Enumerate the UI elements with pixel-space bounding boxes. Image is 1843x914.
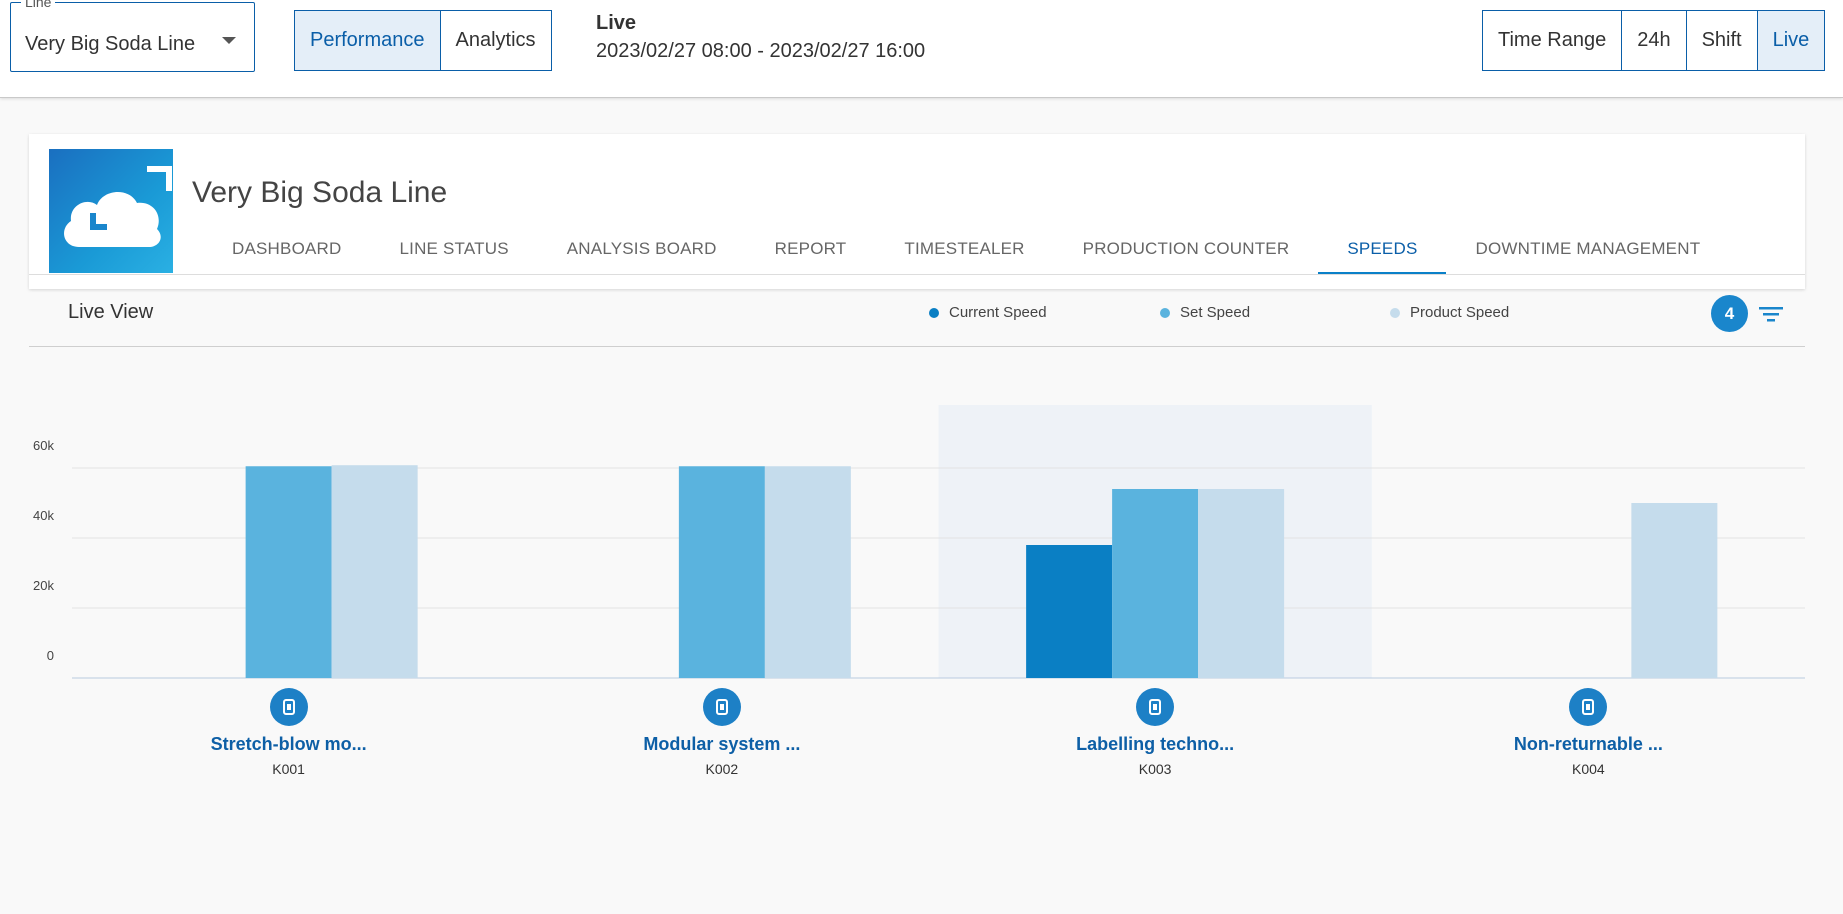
y-tick-label: 60k xyxy=(33,438,54,453)
filter-icon[interactable] xyxy=(1758,301,1784,327)
machine-name[interactable]: Labelling techno... xyxy=(1035,734,1275,755)
tab-production-counter[interactable]: PRODUCTION COUNTER xyxy=(1054,224,1319,274)
machine-code: K003 xyxy=(1138,761,1172,777)
card-divider xyxy=(29,274,1805,275)
machine-code: K001 xyxy=(272,761,305,777)
tab-speeds[interactable]: SPEEDS xyxy=(1318,224,1447,274)
bar-k004-product-speed xyxy=(1631,503,1718,678)
page-title: Very Big Soda Line xyxy=(192,176,448,209)
machine-item[interactable]: Labelling techno... K003 xyxy=(1035,688,1275,777)
tab-dashboard[interactable]: DASHBOARD xyxy=(190,224,371,274)
machine-name[interactable]: Non-returnable ... xyxy=(1468,734,1708,755)
view-analytics-button[interactable]: Analytics xyxy=(440,11,551,70)
time-24h-button[interactable]: 24h xyxy=(1622,11,1687,70)
nav-tabs: DASHBOARD LINE STATUS ANALYSIS BOARD REP… xyxy=(190,224,1729,274)
bar-k003-set-speed xyxy=(1112,489,1199,678)
labeller-icon xyxy=(1136,688,1175,726)
cloud-logo-icon xyxy=(49,149,173,273)
time-shift-button[interactable]: Shift xyxy=(1686,11,1758,70)
bar-k003-product-speed xyxy=(1198,489,1285,678)
bar-k003-current-speed xyxy=(1026,545,1113,678)
legend-dot-icon xyxy=(1160,307,1170,318)
tab-downtime-management[interactable]: DOWNTIME MANAGEMENT xyxy=(1446,224,1729,274)
line-select-legend: Line xyxy=(21,0,56,10)
machine-item[interactable]: Stretch-blow mo... K001 xyxy=(169,688,409,777)
tab-timestealer[interactable]: TIMESTEALER xyxy=(875,224,1053,274)
legend-dot-icon xyxy=(929,307,939,318)
live-time-range: 2023/02/27 08:00 - 2023/02/27 16:00 xyxy=(596,40,926,62)
legend-label: Set Speed xyxy=(1180,304,1251,321)
y-tick-label: 20k xyxy=(33,578,54,593)
legend-label: Current Speed xyxy=(949,304,1047,321)
tab-report[interactable]: REPORT xyxy=(746,224,876,274)
view-performance-button[interactable]: Performance xyxy=(295,11,441,70)
bar-k002-set-speed xyxy=(678,466,765,678)
bar-k001-product-speed xyxy=(331,465,418,678)
time-range-button[interactable]: Time Range xyxy=(1483,11,1623,70)
chevron-down-icon[interactable] xyxy=(222,37,236,44)
live-title: Live xyxy=(596,12,637,34)
legend-current-speed[interactable]: Current Speed xyxy=(929,304,1047,321)
machine-name[interactable]: Stretch-blow mo... xyxy=(169,734,409,755)
line-select[interactable]: Line Very Big Soda Line xyxy=(10,0,255,72)
modular-system-icon xyxy=(702,688,741,726)
line-select-value: Very Big Soda Line xyxy=(25,33,196,55)
machine-item[interactable]: Non-returnable ... K004 xyxy=(1468,688,1708,777)
bottle-icon xyxy=(1569,688,1608,726)
top-bar: Line Very Big Soda Line Performance Anal… xyxy=(0,0,1843,98)
legend-product-speed[interactable]: Product Speed xyxy=(1390,304,1509,321)
blow-molder-icon xyxy=(269,688,308,726)
y-tick-label: 40k xyxy=(33,508,54,523)
machine-code: K004 xyxy=(1572,761,1605,777)
machine-code: K002 xyxy=(705,761,739,777)
filter-count-badge[interactable]: 4 xyxy=(1711,295,1748,332)
legend-label: Product Speed xyxy=(1410,304,1510,321)
y-tick-label: 0 xyxy=(47,648,54,663)
tab-analysis-board[interactable]: ANALYSIS BOARD xyxy=(538,224,746,274)
time-range-toggle: Time Range 24h Shift Live xyxy=(1482,10,1826,71)
view-toggle: Performance Analytics xyxy=(294,10,552,71)
live-view-bar: Live View Current Speed Set Speed Produc… xyxy=(29,291,1805,347)
tab-line-status[interactable]: LINE STATUS xyxy=(371,224,538,274)
bar-k001-set-speed xyxy=(245,466,332,678)
line-header-card: Very Big Soda Line DASHBOARD LINE STATUS… xyxy=(29,134,1805,289)
legend-set-speed[interactable]: Set Speed xyxy=(1160,304,1250,321)
machine-name[interactable]: Modular system ... xyxy=(602,734,842,755)
bar-k002-product-speed xyxy=(764,466,851,678)
live-view-label: Live View xyxy=(68,301,154,323)
machine-item[interactable]: Modular system ... K002 xyxy=(602,688,842,777)
time-live-button[interactable]: Live xyxy=(1757,11,1825,70)
speed-chart: 0 20k 40k 60k xyxy=(33,405,1805,679)
legend-dot-icon xyxy=(1390,307,1400,318)
